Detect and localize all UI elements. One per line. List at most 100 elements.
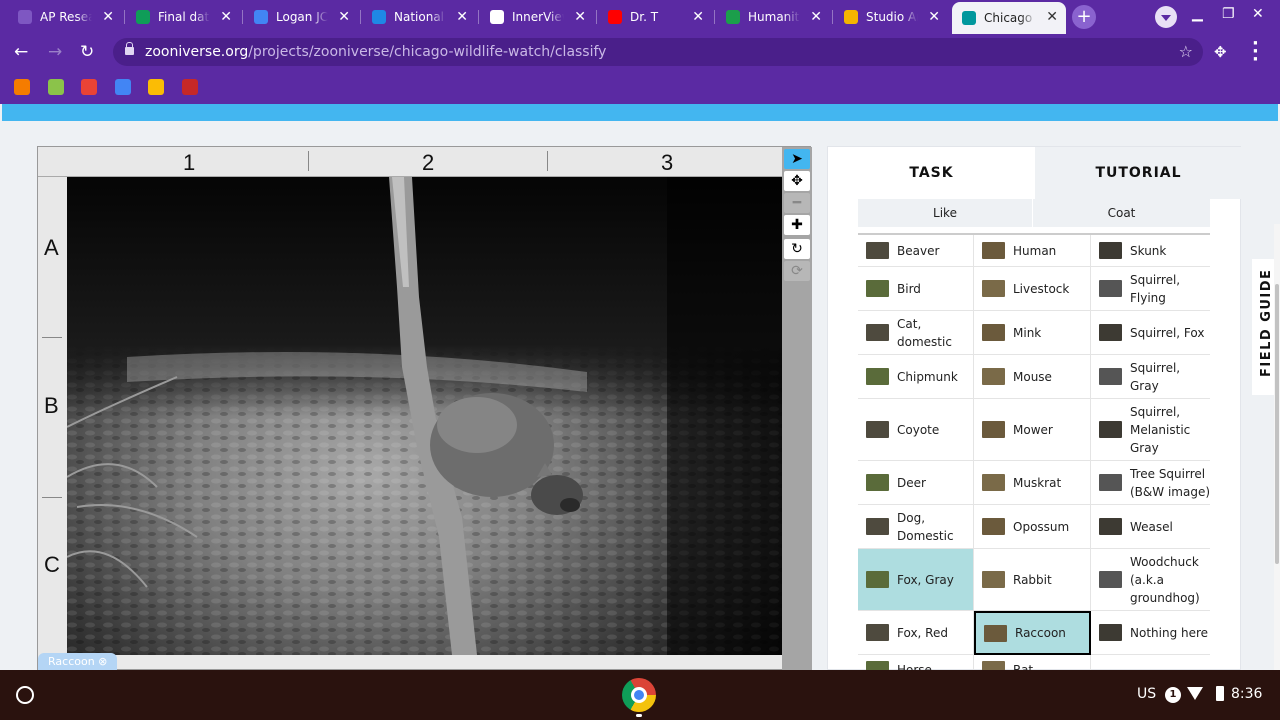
subject-viewer: 1 2 3 A B C ➤ ✥ ━ ✚ ↻ ⟳ Raccoon ⊗ [37, 146, 812, 671]
chrome-icon[interactable] [622, 678, 656, 712]
restore-icon[interactable]: ❐ [1222, 6, 1235, 22]
species-label: Chipmunk [897, 369, 958, 384]
drive-icon[interactable] [148, 79, 164, 95]
zoom-in-icon[interactable]: ✚ [784, 215, 810, 235]
species-choice[interactable]: Raccoon [974, 611, 1091, 655]
tab-close-icon[interactable]: ✕ [1046, 9, 1058, 25]
species-choice[interactable]: Bird [858, 267, 974, 311]
bookmark-star-icon[interactable]: ☆ [1179, 38, 1193, 66]
menu-icon[interactable]: · · · [1252, 35, 1259, 69]
close-window-icon[interactable]: ✕ [1252, 6, 1264, 22]
selected-species-chip[interactable]: Raccoon ⊗ [38, 653, 118, 671]
tab-7[interactable]: Studio Ar ✕ [834, 2, 948, 32]
minimize-icon[interactable]: ▁ [1192, 6, 1203, 22]
new-tab-button[interactable]: + [1072, 5, 1096, 29]
species-choice[interactable]: Muskrat [974, 461, 1091, 505]
row-ruler: A B C [38, 177, 67, 657]
tab-close-icon[interactable]: ✕ [692, 9, 704, 25]
species-label: Fox, Gray [897, 572, 954, 587]
species-choice[interactable]: Coyote [858, 399, 974, 461]
tab-close-icon[interactable]: ✕ [928, 9, 940, 25]
tab-close-icon[interactable]: ✕ [574, 9, 586, 25]
filter-like-button[interactable]: Like [858, 199, 1032, 227]
species-choice[interactable]: Skunk [1091, 235, 1210, 267]
tab-close-icon[interactable]: ✕ [102, 9, 114, 25]
lock-icon [125, 42, 134, 55]
species-choice[interactable]: Chipmunk [858, 355, 974, 399]
notification-badge[interactable]: 1 [1165, 687, 1181, 703]
species-label: Dog, Domestic [897, 510, 954, 543]
species-choice[interactable]: Livestock [974, 267, 1091, 311]
species-choice[interactable]: Woodchuck (a.k.a groundhog) [1091, 549, 1210, 611]
tab-tutorial[interactable]: TUTORIAL [1035, 147, 1242, 199]
rotate-icon[interactable]: ↻ [784, 239, 810, 259]
profile-icon[interactable] [1155, 6, 1177, 28]
reset-icon[interactable]: ⟳ [784, 261, 810, 281]
tab-4[interactable]: InnerView ✕ [480, 2, 594, 32]
species-thumbnail [866, 571, 889, 588]
species-choice[interactable]: Fox, Gray [858, 549, 974, 611]
docs-icon[interactable] [114, 79, 131, 95]
species-choice[interactable]: Tree Squirrel (B&W image) [1091, 461, 1210, 505]
species-choice[interactable]: Fox, Red [858, 611, 974, 655]
tab-separator [124, 10, 125, 24]
species-choice[interactable]: Cat, domestic [858, 311, 974, 355]
species-choice[interactable]: Squirrel, Flying [1091, 267, 1210, 311]
scrollbar-thumb[interactable] [1275, 284, 1279, 564]
tab-5[interactable]: Dr. T ✕ [598, 2, 712, 32]
tab-label: AP Resea [40, 10, 92, 24]
column-ruler: 1 2 3 [38, 147, 782, 177]
species-choice[interactable]: Nothing here [1091, 611, 1210, 655]
bookmark-photos-icon[interactable] [47, 79, 64, 95]
tab-close-icon[interactable]: ✕ [338, 9, 350, 25]
tab-close-icon[interactable]: ✕ [810, 9, 822, 25]
gmail-icon[interactable] [81, 79, 97, 95]
back-icon[interactable]: ← [14, 42, 28, 62]
url-input[interactable]: zooniverse.org/projects/zooniverse/chica… [113, 38, 1203, 66]
classroom-icon [372, 10, 386, 24]
species-choice[interactable]: Mouse [974, 355, 1091, 399]
wifi-icon[interactable] [1187, 687, 1203, 700]
tab-2[interactable]: Logan JC ✕ [244, 2, 358, 32]
species-choice[interactable]: Mink [974, 311, 1091, 355]
tab-1[interactable]: Final data ✕ [126, 2, 240, 32]
bookmark-w-icon[interactable] [181, 79, 198, 95]
species-choice[interactable]: Deer [858, 461, 974, 505]
bookmark-calendar-icon[interactable] [14, 79, 30, 95]
reload-icon[interactable]: ↻ [80, 42, 94, 62]
species-choice[interactable]: Squirrel, Gray [1091, 355, 1210, 399]
species-choice[interactable]: Squirrel, Melanistic Gray [1091, 399, 1210, 461]
ruler-tick [42, 497, 62, 498]
zoom-out-icon[interactable]: ━ [784, 193, 810, 213]
species-choice[interactable]: Beaver [858, 235, 974, 267]
species-choice[interactable]: Mower [974, 399, 1091, 461]
species-choice[interactable]: Squirrel, Fox [1091, 311, 1210, 355]
input-method[interactable]: US [1137, 686, 1156, 702]
filter-coat-button[interactable]: Coat [1032, 199, 1210, 227]
tab-8[interactable]: Chicago ✕ [952, 2, 1066, 34]
tab-separator [714, 10, 715, 24]
tab-close-icon[interactable]: ✕ [220, 9, 232, 25]
tab-task[interactable]: TASK [828, 147, 1035, 199]
species-thumbnail [982, 324, 1005, 341]
forward-icon[interactable]: → [48, 42, 62, 62]
species-choice[interactable]: Opossum [974, 505, 1091, 549]
subject-image[interactable] [67, 177, 782, 655]
extensions-icon[interactable]: ✥ [1214, 43, 1227, 61]
species-choice[interactable]: Weasel [1091, 505, 1210, 549]
tab-0[interactable]: AP Resea ✕ [8, 2, 122, 32]
species-choice[interactable]: Dog, Domestic [858, 505, 974, 549]
species-label: Weasel [1130, 519, 1173, 534]
species-choice[interactable]: Human [974, 235, 1091, 267]
battery-icon[interactable] [1216, 686, 1224, 701]
move-icon[interactable]: ✥ [784, 171, 810, 191]
tab-close-icon[interactable]: ✕ [456, 9, 468, 25]
clock[interactable]: 8:36 [1231, 686, 1262, 702]
species-label: Squirrel, Flying [1130, 272, 1181, 305]
launcher-icon[interactable] [16, 686, 34, 704]
species-choice[interactable]: Rabbit [974, 549, 1091, 611]
tab-3[interactable]: National ✕ [362, 2, 476, 32]
sheets-plus-icon [136, 10, 150, 24]
tab-6[interactable]: Humaniti ✕ [716, 2, 830, 32]
pointer-icon[interactable]: ➤ [784, 149, 810, 169]
